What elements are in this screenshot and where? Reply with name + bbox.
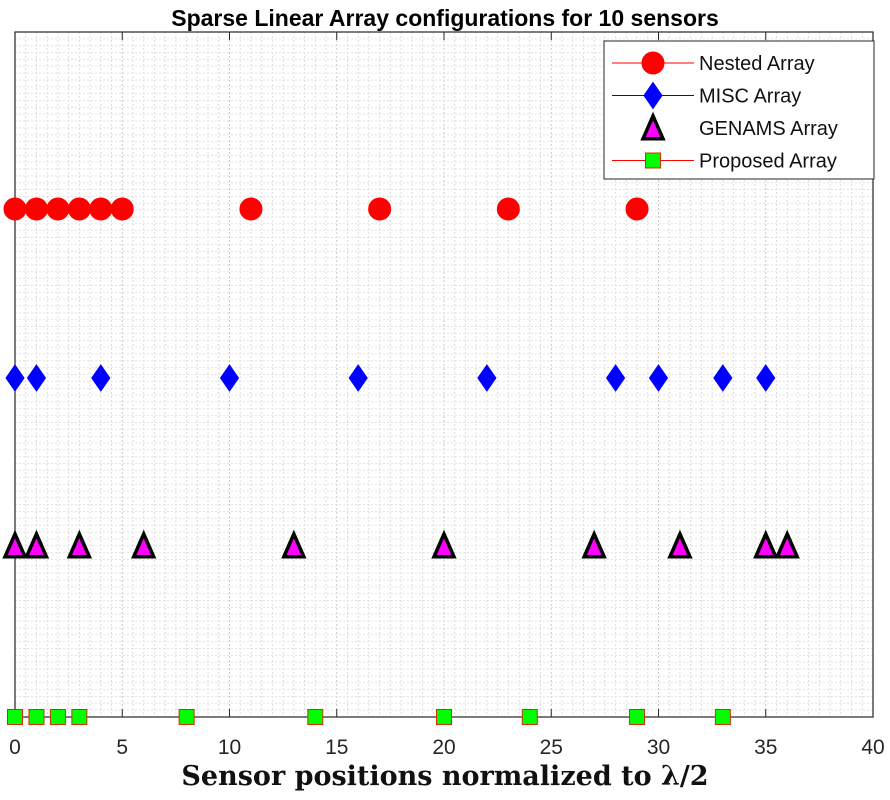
data-point	[756, 364, 776, 392]
x-tick-label: 15	[325, 736, 348, 759]
data-point	[496, 197, 520, 221]
legend-label: GENAMS Array	[699, 118, 838, 140]
data-point	[307, 709, 324, 725]
x-tick-label: 0	[9, 736, 21, 759]
data-point	[521, 709, 538, 725]
data-point	[3, 197, 27, 221]
data-point	[368, 197, 392, 221]
data-point	[110, 197, 134, 221]
data-point	[178, 709, 195, 725]
x-axis-label: Sensor positions normalized to λ/2	[181, 761, 708, 792]
data-point	[24, 197, 48, 221]
data-point	[714, 709, 731, 725]
data-point	[7, 709, 23, 725]
x-tick-label: 10	[218, 736, 241, 759]
data-point	[625, 197, 649, 221]
data-point	[49, 709, 66, 725]
x-tick-label: 30	[647, 736, 670, 759]
legend-marker	[645, 152, 661, 169]
data-point	[239, 197, 263, 221]
data-point	[26, 364, 47, 392]
data-point	[219, 364, 240, 392]
data-point	[2, 529, 28, 559]
data-point	[648, 364, 669, 392]
data-point	[348, 364, 368, 392]
data-point	[477, 364, 497, 392]
legend-marker	[641, 51, 665, 75]
data-point	[28, 709, 45, 725]
data-point	[436, 709, 452, 725]
legend-label: MISC Array	[699, 86, 801, 108]
x-tick-label: 25	[540, 736, 563, 759]
data-point	[91, 364, 111, 392]
data-point	[605, 364, 626, 392]
data-point	[629, 709, 646, 725]
data-point	[71, 709, 88, 725]
legend-label: Proposed Array	[699, 151, 837, 173]
data-point	[5, 364, 25, 392]
data-point	[89, 197, 113, 221]
chart-title: Sparse Linear Array configurations for 1…	[171, 5, 719, 31]
x-tick-label: 40	[861, 736, 884, 759]
x-tick-label: 35	[754, 736, 777, 759]
legend: Nested Array MISC Array GENAMS Array Propos…	[603, 40, 875, 180]
legend-label: Nested Array	[699, 53, 815, 75]
x-tick-label: 20	[432, 736, 455, 759]
data-point	[67, 197, 91, 221]
data-point	[713, 364, 733, 392]
x-tick-label: 5	[116, 736, 128, 759]
data-point	[46, 197, 70, 221]
chart: Sparse Linear Array configurations for 1…	[2, 5, 885, 792]
